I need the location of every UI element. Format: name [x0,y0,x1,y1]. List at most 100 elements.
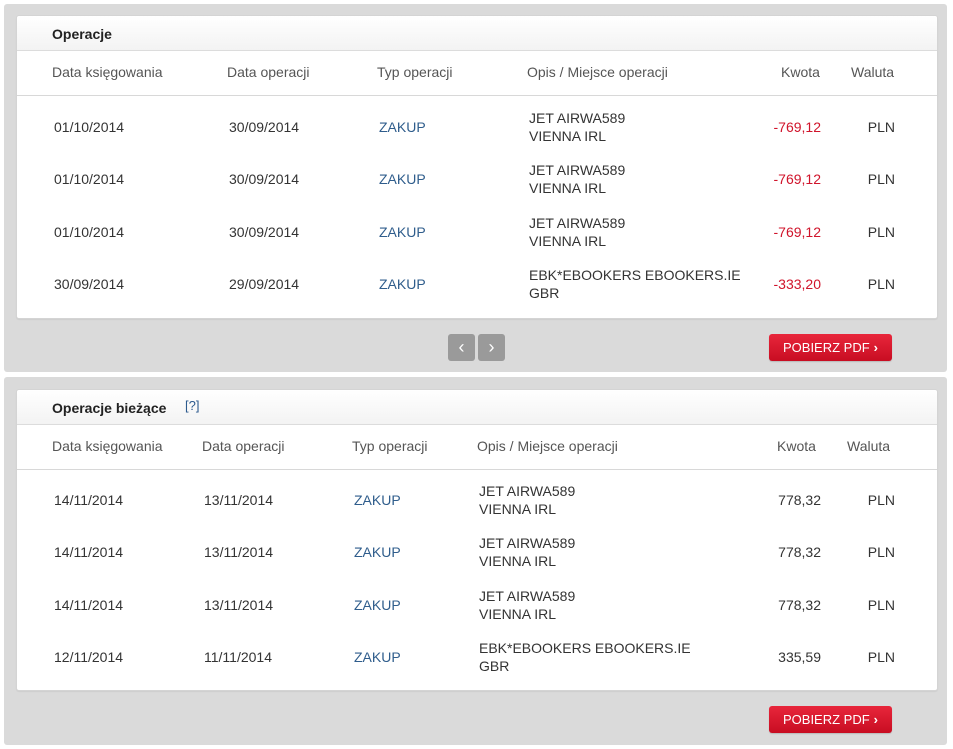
column-header-currency[interactable]: Waluta [847,438,890,454]
operation-date: 13/11/2014 [204,492,274,508]
table-row[interactable]: 30/09/2014 29/09/2014 ZAKUP EBK*EBOOKERS… [17,259,937,311]
operations-panel: Operacje Data księgowania Data operacji … [4,4,947,372]
amount: 778,32 [778,597,821,613]
table-row[interactable]: 01/10/2014 30/09/2014 ZAKUP JET AIRWA589… [17,207,937,259]
operation-date: 29/09/2014 [229,276,300,292]
table-header-row: Data księgowania Data operacji Typ opera… [17,425,937,470]
download-pdf-button[interactable]: POBIERZ PDF › [769,706,892,733]
pager-next-button[interactable]: › [478,334,505,361]
column-header-description[interactable]: Opis / Miejsce operacji [477,438,618,454]
currency: PLN [867,492,895,508]
description-line-2: VIENNA IRL [479,606,557,622]
table-row[interactable]: 14/11/2014 13/11/2014 ZAKUP JET AIRWA589… [17,527,937,579]
description-line-2: GBR [529,285,560,301]
description-line-2: VIENNA IRL [479,553,557,569]
column-header-operation-type[interactable]: Typ operacji [377,64,452,80]
operation-type-link[interactable]: ZAKUP [379,276,426,292]
operation-type-link[interactable]: ZAKUP [354,597,401,613]
description-line-1: JET AIRWA589 [529,110,626,126]
table-row[interactable]: 01/10/2014 30/09/2014 ZAKUP JET AIRWA589… [17,154,937,206]
table-row[interactable]: 14/11/2014 13/11/2014 ZAKUP JET AIRWA589… [17,580,937,632]
description-line-2: VIENNA IRL [529,128,607,144]
operation-date: 30/09/2014 [229,119,300,135]
operation-type-link[interactable]: ZAKUP [354,649,401,665]
description-line-1: JET AIRWA589 [479,483,576,499]
posting-date: 01/10/2014 [54,119,125,135]
table-row[interactable]: 01/10/2014 30/09/2014 ZAKUP JET AIRWA589… [17,102,937,154]
description: JET AIRWA589 VIENNA IRL [479,482,575,518]
section-title: Operacje [52,26,112,42]
current-operations-card: Operacje bieżące [?] Data księgowania Da… [16,389,938,691]
amount: 778,32 [778,492,821,508]
posting-date: 01/10/2014 [54,224,125,240]
operation-date: 13/11/2014 [204,544,274,560]
description-line-2: VIENNA IRL [529,233,607,249]
description: EBK*EBOOKERS EBOOKERS.IE GBR [479,639,691,675]
posting-date: 01/10/2014 [54,171,125,187]
operation-type-link[interactable]: ZAKUP [354,492,401,508]
description-line-1: JET AIRWA589 [479,535,576,551]
column-header-description[interactable]: Opis / Miejsce operacji [527,64,668,80]
description-line-2: VIENNA IRL [479,501,557,517]
currency: PLN [867,649,895,665]
column-header-posting-date[interactable]: Data księgowania [52,64,163,80]
description: JET AIRWA589 VIENNA IRL [529,214,625,250]
operation-type-link[interactable]: ZAKUP [354,544,401,560]
operation-type-link[interactable]: ZAKUP [379,171,426,187]
operation-type-link[interactable]: ZAKUP [379,224,426,240]
download-pdf-label: POBIERZ PDF [782,340,870,355]
operation-date: 30/09/2014 [229,171,300,187]
chevron-right-icon: › [488,337,495,357]
description-line-1: JET AIRWA589 [529,162,626,178]
column-header-operation-date[interactable]: Data operacji [227,64,310,80]
amount: 778,32 [778,544,821,560]
current-operations-panel: Operacje bieżące [?] Data księgowania Da… [4,377,947,745]
operation-date: 11/11/2014 [204,649,272,665]
description-line-1: EBK*EBOOKERS EBOOKERS.IE [479,640,691,656]
amount: 335,59 [778,649,821,665]
currency: PLN [867,544,895,560]
description-line-2: VIENNA IRL [529,180,607,196]
operation-type-link[interactable]: ZAKUP [379,119,426,135]
column-header-currency[interactable]: Waluta [851,64,894,80]
description-line-1: JET AIRWA589 [479,588,576,604]
download-pdf-button[interactable]: POBIERZ PDF › [769,334,892,361]
posting-date: 30/09/2014 [54,276,125,292]
pager-prev-button[interactable]: ‹ [448,334,475,361]
operation-date: 13/11/2014 [204,597,274,613]
column-header-amount[interactable]: Kwota [781,64,820,80]
currency: PLN [867,171,895,187]
currency: PLN [867,276,895,292]
posting-date: 14/11/2014 [54,492,124,508]
operation-date: 30/09/2014 [229,224,300,240]
amount: -769,12 [773,171,821,187]
column-header-posting-date[interactable]: Data księgowania [52,438,163,454]
amount: -769,12 [773,224,821,240]
current-operations-title-bar: Operacje bieżące [?] [17,390,937,425]
column-header-operation-type[interactable]: Typ operacji [352,438,427,454]
column-header-amount[interactable]: Kwota [777,438,816,454]
column-header-operation-date[interactable]: Data operacji [202,438,285,454]
posting-date: 14/11/2014 [54,597,124,613]
table-row[interactable]: 12/11/2014 11/11/2014 ZAKUP EBK*EBOOKERS… [17,632,937,684]
chevron-right-icon: › [873,340,879,355]
table-header-row: Data księgowania Data operacji Typ opera… [17,51,937,96]
currency: PLN [867,119,895,135]
amount: -769,12 [773,119,821,135]
table-row[interactable]: 14/11/2014 13/11/2014 ZAKUP JET AIRWA589… [17,475,937,527]
amount: -333,20 [773,276,821,292]
download-pdf-label: POBIERZ PDF [782,712,870,727]
description-line-2: GBR [479,658,510,674]
chevron-left-icon: ‹ [458,337,465,357]
posting-date: 14/11/2014 [54,544,124,560]
description: JET AIRWA589 VIENNA IRL [479,534,575,570]
operations-title-bar: Operacje [17,16,937,51]
description: JET AIRWA589 VIENNA IRL [529,109,625,145]
posting-date: 12/11/2014 [54,649,124,665]
help-link[interactable]: [?] [185,398,199,413]
description: JET AIRWA589 VIENNA IRL [479,587,575,623]
description: EBK*EBOOKERS EBOOKERS.IE GBR [529,266,741,302]
section-title: Operacje bieżące [52,400,167,416]
chevron-right-icon: › [873,712,879,727]
currency: PLN [867,597,895,613]
